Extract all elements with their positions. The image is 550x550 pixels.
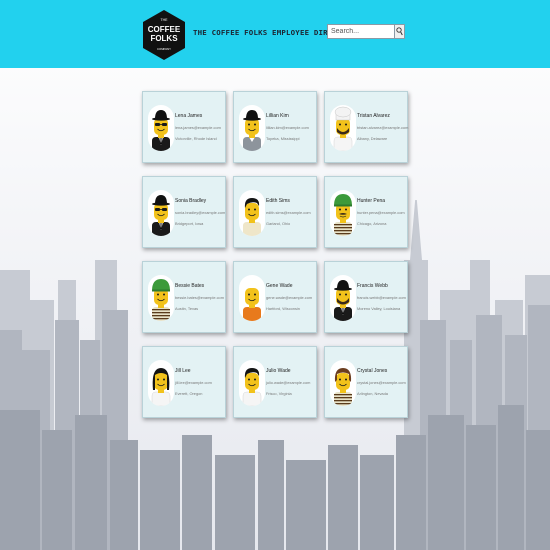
employee-location: Victorville, Rhode Island <box>175 136 217 141</box>
employee-info: Tristan Alvarez tristan.alvarez@example.c… <box>357 113 409 141</box>
employee-info: Francis Webb francis.webb@example.com More… <box>357 283 406 311</box>
employee-avatar <box>239 360 265 406</box>
employee-location: Garland, Ohio <box>266 221 291 226</box>
employee-avatar <box>330 360 356 406</box>
employee-avatar <box>148 190 174 236</box>
employee-info: Lena James lena.james@example.com Victorvi… <box>175 113 223 141</box>
employee-info: Bessie Bates bessie.bates@example.com Aust… <box>175 283 224 311</box>
employee-name: Jill Lee <box>175 368 191 374</box>
employee-info: Gene Wade gene.wade@example.com Hartford, … <box>266 283 314 311</box>
employee-name: Crystal Jones <box>357 368 388 374</box>
employee-card[interactable]: Lena James lena.james@example.com Victorvi… <box>142 91 226 163</box>
logo-bottom-text: COMPANY <box>157 47 171 51</box>
employee-name: Lena James <box>175 113 203 119</box>
employee-email: julio.wade@example.com <box>266 380 311 385</box>
employee-avatar <box>148 275 174 321</box>
employee-info: Edith Sims edith.sims@example.com Garland,… <box>266 198 314 226</box>
logo-top-text: THE <box>161 18 169 22</box>
employee-name: Tristan Alvarez <box>357 113 390 119</box>
employee-location: Moreno Valley, Louisiana <box>357 306 401 311</box>
employee-card[interactable]: Lillian Kim lillian.kim@example.com Topeka… <box>233 91 317 163</box>
employee-email: lillian.kim@example.com <box>266 125 309 130</box>
employee-avatar <box>330 190 356 236</box>
employee-card[interactable]: Hunter Pena hunter.pena@example.com Chicag… <box>324 176 408 248</box>
employee-info: Lillian Kim lillian.kim@example.com Topeka… <box>266 113 314 141</box>
site-header: THE COFFEE FOLKS COMPANY THE COFFEE FOLK… <box>0 0 550 68</box>
employee-location: Albany, Delaware <box>357 136 388 141</box>
employee-email: francis.webb@example.com <box>357 295 406 300</box>
employee-avatar <box>239 190 265 236</box>
logo-line1-text: COFFEE <box>148 25 181 34</box>
employee-info: Julio Wade julio.wade@example.com Frisco, … <box>266 368 314 396</box>
employee-location: Bridgeport, Iowa <box>175 221 204 226</box>
employee-name: Hunter Pena <box>357 198 386 204</box>
employee-info: Hunter Pena hunter.pena@example.com Chicag… <box>357 198 405 226</box>
employee-location: Frisco, Virginia <box>266 391 292 396</box>
search-form <box>327 24 405 39</box>
employee-card[interactable]: Bessie Bates bessie.bates@example.com Aust… <box>142 261 226 333</box>
employee-name: Sonia Bradley <box>175 198 207 204</box>
employee-location: Hartford, Wisconsin <box>266 306 300 311</box>
employee-card[interactable]: Edith Sims edith.sims@example.com Garland,… <box>233 176 317 248</box>
employee-card[interactable]: Jill Lee jill.lee@example.com Everett, Ore… <box>142 346 226 418</box>
employee-info: Jill Lee jill.lee@example.com Everett, Ore… <box>175 368 223 396</box>
employee-avatar <box>148 360 174 406</box>
employee-email: hunter.pena@example.com <box>357 210 405 215</box>
magnifier-icon <box>396 27 403 36</box>
logo-line2-text: FOLKS <box>150 34 178 43</box>
employee-email: tristan.alvarez@example.com <box>357 125 409 130</box>
employee-name: Bessie Bates <box>175 283 205 289</box>
employee-card[interactable]: Tristan Alvarez tristan.alvarez@example.c… <box>324 91 408 163</box>
employee-email: sonia.bradley@example.com <box>175 210 226 215</box>
employee-card[interactable]: Sonia Bradley sonia.bradley@example.com Br… <box>142 176 226 248</box>
employee-avatar <box>148 105 174 151</box>
employee-email: edith.sims@example.com <box>266 210 311 215</box>
coffee-folks-logo[interactable]: THE COFFEE FOLKS COMPANY <box>143 10 185 60</box>
employee-email: bessie.bates@example.com <box>175 295 224 300</box>
employee-location: Topeka, Mississippi <box>266 136 300 141</box>
employee-avatar <box>239 105 265 151</box>
employee-avatar <box>330 105 356 151</box>
employee-card[interactable]: Crystal Jones crystal.jones@example.com Ar… <box>324 346 408 418</box>
employee-name: Gene Wade <box>266 283 293 289</box>
employee-email: jill.lee@example.com <box>175 380 212 385</box>
employee-location: Chicago, Arizona <box>357 221 387 226</box>
employee-name: Francis Webb <box>357 283 388 289</box>
employee-location: Everett, Oregon <box>175 391 203 396</box>
employee-email: crystal.jones@example.com <box>357 380 406 385</box>
employee-card[interactable]: Francis Webb francis.webb@example.com More… <box>324 261 408 333</box>
search-input[interactable] <box>327 24 395 39</box>
employee-info: Crystal Jones crystal.jones@example.com Ar… <box>357 368 406 396</box>
employee-name: Lillian Kim <box>266 113 289 119</box>
employee-avatar <box>330 275 356 321</box>
employee-email: gene.wade@example.com <box>266 295 313 300</box>
employee-location: Arlington, Nevada <box>357 391 388 396</box>
employee-name: Edith Sims <box>266 198 290 204</box>
search-button[interactable] <box>395 24 405 39</box>
employee-card[interactable]: Julio Wade julio.wade@example.com Frisco, … <box>233 346 317 418</box>
employee-name: Julio Wade <box>266 368 291 374</box>
employee-info: Sonia Bradley sonia.bradley@example.com Br… <box>175 198 226 226</box>
employee-email: lena.james@example.com <box>175 125 221 130</box>
employee-avatar <box>239 275 265 321</box>
employee-card[interactable]: Gene Wade gene.wade@example.com Hartford, … <box>233 261 317 333</box>
employee-location: Austin, Texas <box>175 306 199 311</box>
